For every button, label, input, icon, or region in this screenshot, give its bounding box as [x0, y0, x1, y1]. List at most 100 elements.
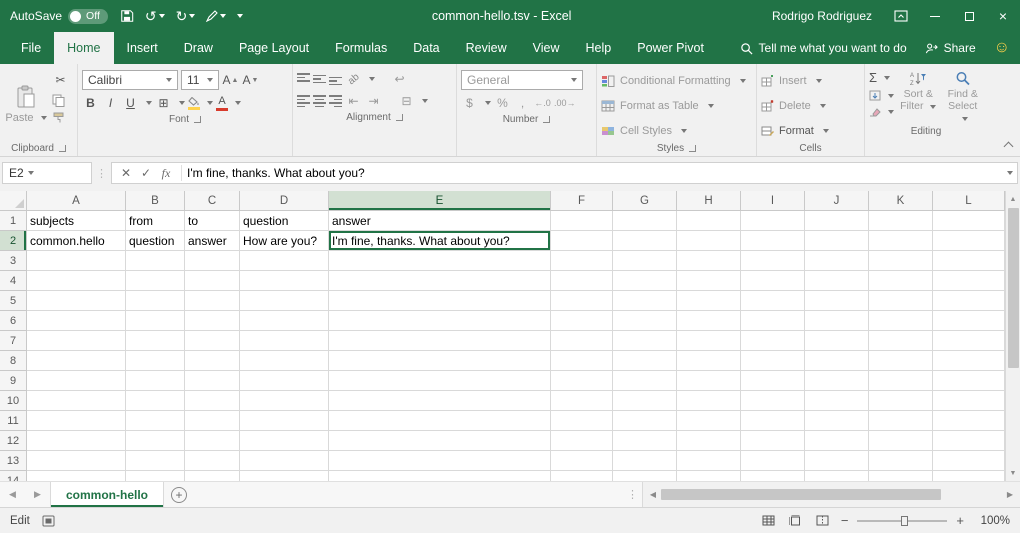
- underline-dropdown-icon[interactable]: [146, 101, 152, 105]
- orientation-dropdown-icon[interactable]: [369, 77, 375, 81]
- cell-G1[interactable]: [613, 211, 677, 231]
- row-header-14[interactable]: 14: [0, 471, 27, 481]
- sort-filter-button[interactable]: AZ Sort & Filter: [898, 69, 939, 124]
- cell-F6[interactable]: [551, 311, 613, 331]
- borders-dropdown-icon[interactable]: [179, 101, 185, 105]
- align-left-icon[interactable]: [297, 95, 310, 107]
- cell-B4[interactable]: [126, 271, 185, 291]
- cell-C2[interactable]: answer: [185, 231, 240, 251]
- previous-sheet-icon[interactable]: ◀: [0, 482, 25, 507]
- cell-D3[interactable]: [240, 251, 329, 271]
- cell-L5[interactable]: [933, 291, 1005, 311]
- increase-indent-icon[interactable]: ⇥: [365, 92, 382, 110]
- undo-dropdown-icon[interactable]: [159, 14, 165, 18]
- column-header-H[interactable]: H: [677, 191, 741, 211]
- cell-J9[interactable]: [805, 371, 869, 391]
- cell-D9[interactable]: [240, 371, 329, 391]
- cell-B3[interactable]: [126, 251, 185, 271]
- cell-I14[interactable]: [741, 471, 805, 481]
- cell-A8[interactable]: [27, 351, 126, 371]
- cell-I2[interactable]: [741, 231, 805, 251]
- column-header-D[interactable]: D: [240, 191, 329, 211]
- tab-view[interactable]: View: [520, 32, 573, 64]
- cell-D7[interactable]: [240, 331, 329, 351]
- cell-E9[interactable]: [329, 371, 551, 391]
- alignment-dialog-launcher-icon[interactable]: [396, 114, 403, 121]
- cell-L7[interactable]: [933, 331, 1005, 351]
- column-header-E[interactable]: E: [329, 191, 551, 211]
- cell-G11[interactable]: [613, 411, 677, 431]
- cell-F4[interactable]: [551, 271, 613, 291]
- cell-J13[interactable]: [805, 451, 869, 471]
- cell-H13[interactable]: [677, 451, 741, 471]
- cell-A13[interactable]: [27, 451, 126, 471]
- cell-L4[interactable]: [933, 271, 1005, 291]
- feedback-smiley-icon[interactable]: ☺: [994, 40, 1010, 56]
- number-format-select[interactable]: General: [461, 70, 583, 90]
- increase-font-size-button[interactable]: A▲: [222, 71, 239, 89]
- tab-page-layout[interactable]: Page Layout: [226, 32, 322, 64]
- cell-D4[interactable]: [240, 271, 329, 291]
- cell-A6[interactable]: [27, 311, 126, 331]
- cell-H8[interactable]: [677, 351, 741, 371]
- cell-K7[interactable]: [869, 331, 933, 351]
- cell-B10[interactable]: [126, 391, 185, 411]
- new-sheet-button[interactable]: +: [164, 482, 194, 507]
- cell-H10[interactable]: [677, 391, 741, 411]
- cell-K4[interactable]: [869, 271, 933, 291]
- cell-I12[interactable]: [741, 431, 805, 451]
- column-header-L[interactable]: L: [933, 191, 1005, 211]
- column-header-A[interactable]: A: [27, 191, 126, 211]
- cell-E11[interactable]: [329, 411, 551, 431]
- tab-draw[interactable]: Draw: [171, 32, 226, 64]
- bold-button[interactable]: B: [82, 94, 99, 112]
- cell-K11[interactable]: [869, 411, 933, 431]
- cell-D2[interactable]: How are you?: [240, 231, 329, 251]
- cell-A1[interactable]: subjects: [27, 211, 126, 231]
- cell-J11[interactable]: [805, 411, 869, 431]
- cell-A14[interactable]: [27, 471, 126, 481]
- cell-F12[interactable]: [551, 431, 613, 451]
- cell-F1[interactable]: [551, 211, 613, 231]
- format-cells-button[interactable]: Format: [761, 120, 860, 141]
- cell-C12[interactable]: [185, 431, 240, 451]
- font-color-dropdown-icon[interactable]: [235, 101, 241, 105]
- copy-icon[interactable]: [52, 94, 66, 107]
- cell-G10[interactable]: [613, 391, 677, 411]
- cell-I7[interactable]: [741, 331, 805, 351]
- cell-E5[interactable]: [329, 291, 551, 311]
- cell-C7[interactable]: [185, 331, 240, 351]
- row-header-4[interactable]: 4: [0, 271, 27, 291]
- cell-H3[interactable]: [677, 251, 741, 271]
- cell-J2[interactable]: [805, 231, 869, 251]
- italic-button[interactable]: I: [102, 94, 119, 112]
- cell-B7[interactable]: [126, 331, 185, 351]
- cell-A3[interactable]: [27, 251, 126, 271]
- normal-view-icon[interactable]: [762, 515, 775, 526]
- cell-D14[interactable]: [240, 471, 329, 481]
- cell-E1[interactable]: answer: [329, 211, 551, 231]
- autosum-button[interactable]: Σ: [869, 70, 894, 85]
- top-align-icon[interactable]: [297, 73, 310, 85]
- cell-D10[interactable]: [240, 391, 329, 411]
- cell-A12[interactable]: [27, 431, 126, 451]
- touch-mode-dropdown-icon[interactable]: [220, 14, 226, 18]
- cell-C4[interactable]: [185, 271, 240, 291]
- cell-L6[interactable]: [933, 311, 1005, 331]
- font-color-button[interactable]: A: [216, 96, 228, 111]
- cell-I1[interactable]: [741, 211, 805, 231]
- cell-C9[interactable]: [185, 371, 240, 391]
- scroll-left-icon[interactable]: ◀: [645, 490, 661, 499]
- fill-color-button[interactable]: [188, 97, 200, 110]
- name-box[interactable]: E2: [2, 162, 92, 184]
- row-header-10[interactable]: 10: [0, 391, 27, 411]
- cell-H7[interactable]: [677, 331, 741, 351]
- cancel-button[interactable]: ✕: [116, 166, 136, 180]
- cell-A9[interactable]: [27, 371, 126, 391]
- cell-H11[interactable]: [677, 411, 741, 431]
- cell-J12[interactable]: [805, 431, 869, 451]
- cell-J3[interactable]: [805, 251, 869, 271]
- tab-review[interactable]: Review: [453, 32, 520, 64]
- cell-H2[interactable]: [677, 231, 741, 251]
- cell-G9[interactable]: [613, 371, 677, 391]
